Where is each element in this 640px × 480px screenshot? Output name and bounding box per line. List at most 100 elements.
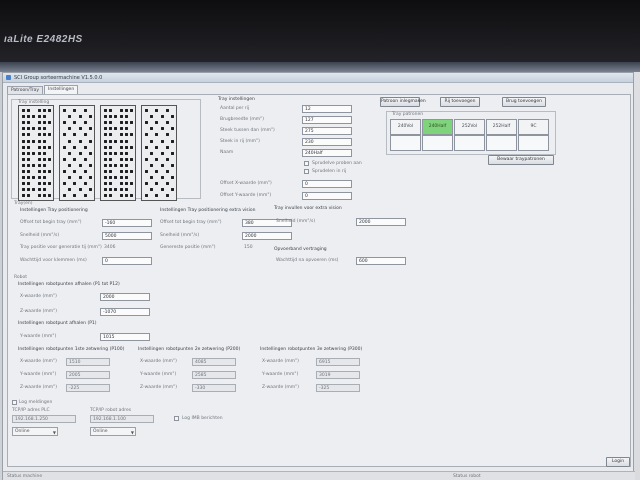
aantal-per-rij-input[interactable]: 12 (302, 105, 352, 113)
afhalen-y-input[interactable]: 1015 (100, 333, 150, 341)
tray-slot (37, 115, 41, 119)
brugbreedte-input[interactable]: 127 (302, 116, 352, 124)
sprudelve-checkbox[interactable] (304, 161, 309, 166)
app-icon (6, 75, 11, 80)
ev-generatie-label: Genereste positie (mm") (160, 245, 216, 250)
steek-dan-input[interactable]: 275 (302, 127, 352, 135)
opvoerband-input[interactable]: 600 (356, 257, 406, 265)
offset-x-input[interactable]: 0 (302, 180, 352, 188)
tray-slot (78, 151, 82, 155)
tcp-adres-input[interactable]: 192.168.1.250 (12, 415, 76, 423)
z1-y-label: Y-waarde (mm") (20, 372, 57, 377)
tray-slot (42, 176, 46, 180)
tray-slot (150, 127, 154, 131)
plc-status-dropdown[interactable]: Online ▼ (12, 427, 58, 436)
brug-toevoegen-button[interactable]: Brug toevoegen (502, 97, 546, 107)
tray-slot (119, 170, 123, 173)
tray-slot (73, 133, 77, 137)
tray-slot (165, 133, 169, 137)
tray-slot (42, 194, 46, 198)
tab-patroon-tray[interactable]: Patroon/Tray (7, 86, 44, 94)
tray-slot (27, 115, 31, 119)
afhalen-z-label: Z-waarde (mm") (20, 309, 57, 314)
tray-pattern-240half[interactable]: 240Half (422, 119, 453, 135)
tray-slot (63, 133, 66, 137)
tray-slot (48, 170, 51, 173)
rij-toevoegen-button[interactable]: Rij toevoegen (440, 97, 480, 107)
tab-instellingen[interactable]: Instellingen (44, 85, 79, 94)
z3-z-input[interactable]: -325 (316, 384, 360, 392)
log-meldingen-checkbox[interactable] (12, 400, 17, 405)
tray-preview-tray (18, 105, 54, 201)
z3-x-input[interactable]: 6915 (316, 358, 360, 366)
tray-pattern-empty-slot[interactable] (486, 135, 517, 151)
z1-z-input[interactable]: -225 (66, 384, 110, 392)
tray-slot (104, 115, 107, 119)
tray-pattern-9c[interactable]: 9C (518, 119, 549, 135)
login-button[interactable]: Login (606, 457, 630, 467)
tray-slot (37, 163, 41, 167)
tray-pattern-empty-slot[interactable] (390, 135, 421, 151)
tray-slot (42, 145, 46, 149)
tray-slot (104, 157, 107, 161)
tray-slot (171, 115, 174, 119)
afhalen-x-input[interactable]: 2000 (100, 293, 150, 301)
ev-offset-label: Offset tot begin tray (mm") (160, 220, 222, 225)
afhalen-z-input[interactable]: -1070 (100, 308, 150, 316)
z3-y-input[interactable]: 3019 (316, 371, 360, 379)
patroon-inlegmaken-button[interactable]: Patroon inlegmaken (380, 97, 426, 107)
tray-slot (150, 139, 154, 143)
naam-input[interactable]: 240Half (302, 149, 352, 157)
bewaar-trayopatronen-button[interactable]: Bewaar traypatronen (488, 155, 554, 165)
z2-x-input[interactable]: 4085 (192, 358, 236, 366)
tcp-robot-input[interactable]: 192.168.1.100 (90, 415, 154, 423)
tray-settings-title: Tray instellingen (218, 97, 255, 102)
ev-snelheid-input[interactable]: 2000 (242, 232, 292, 240)
tray-pattern-252half[interactable]: 252Half (486, 119, 517, 135)
z1-y-input[interactable]: 2005 (66, 371, 110, 379)
screen: SCI Group sorteermachine V1.5.0.0 Patroo… (0, 62, 640, 480)
tray-pattern-252vol[interactable]: 252Vol (454, 119, 485, 135)
tray-slot (42, 133, 46, 137)
afhalen-title: Instellingen robotpunten afhalen (P1 tot… (18, 282, 120, 287)
z3-x-label: X-waarde (mm") (262, 359, 299, 364)
ev2-snelheid-input[interactable]: 2000 (356, 218, 406, 226)
tray-section-label: Tray(en) (14, 201, 33, 206)
tray-pattern-240vol[interactable]: 240Vol (390, 119, 421, 135)
log-imb-checkbox[interactable] (174, 416, 179, 421)
z2-z-input[interactable]: -330 (192, 384, 236, 392)
robot-status-dropdown[interactable]: Online ▼ (90, 427, 136, 436)
tray-slot (63, 121, 66, 125)
steek-rij-input[interactable]: 230 (302, 138, 352, 146)
tray-slot (37, 170, 41, 173)
tray-patronen-title: Tray patronen (392, 112, 424, 117)
tray-slot (22, 194, 25, 198)
field-label-steek-dan: Steek tussen dan (mm") (220, 128, 275, 133)
z1-x-input[interactable]: 1510 (66, 358, 110, 366)
pos-wacht-input[interactable]: 0 (102, 257, 152, 265)
tray-pattern-empty-slot[interactable] (454, 135, 485, 151)
tray-slot (42, 121, 46, 125)
offset-y-input[interactable]: 0 (302, 192, 352, 200)
sprudelen-checkbox[interactable] (304, 169, 309, 174)
tray-slot (171, 163, 174, 167)
tray-slot (119, 121, 123, 125)
window-title: SCI Group sorteermachine V1.5.0.0 (14, 75, 103, 81)
tray-slot (83, 109, 87, 112)
pos-snelheid-input[interactable]: 5000 (102, 232, 152, 240)
pos-offset-input[interactable]: -160 (102, 219, 152, 227)
tray-slot (124, 145, 128, 149)
tray-slot (114, 115, 118, 119)
extra-vision2-title: Tray invullen voor extra vision (274, 206, 342, 211)
tray-slot (89, 127, 92, 131)
tray-slot (42, 182, 46, 186)
sprudelen-label: Sprudelen in rij (312, 169, 347, 174)
tray-slot (104, 170, 107, 173)
settings-panel: Tray instelling Tray instellingen Aantal… (7, 94, 631, 467)
tray-pattern-empty-slot[interactable] (518, 135, 549, 151)
tray-slot (83, 121, 87, 125)
title-bar[interactable]: SCI Group sorteermachine V1.5.0.0 (3, 73, 633, 83)
tray-pattern-empty-slot[interactable] (422, 135, 453, 151)
tray-slot (109, 121, 113, 125)
z2-y-input[interactable]: 2585 (192, 371, 236, 379)
